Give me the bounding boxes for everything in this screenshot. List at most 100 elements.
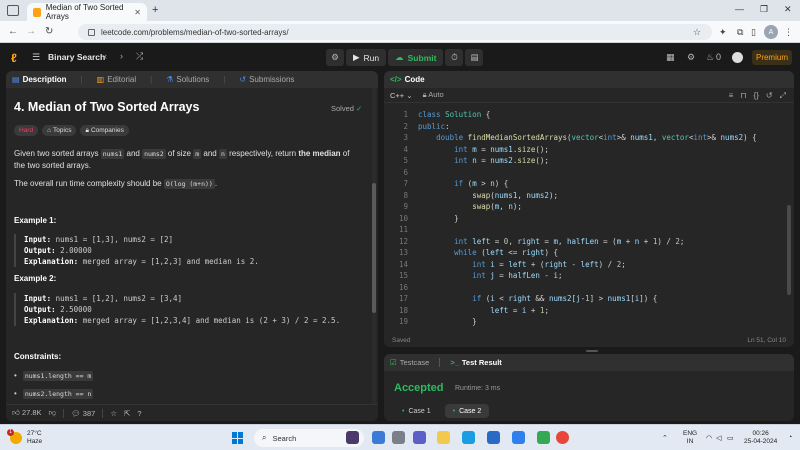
code-line[interactable]: 10 }	[384, 213, 794, 225]
companies-tag[interactable]: 🔒︎ Companies	[80, 125, 129, 136]
run-button[interactable]: ▶ Run	[346, 49, 387, 66]
tab-solutions[interactable]: ⚗ Solutions	[166, 75, 209, 84]
fullscreen-icon[interactable]: ⤢	[780, 91, 786, 101]
leetcode-logo-icon[interactable]: ℓ	[11, 51, 23, 65]
minimize-icon[interactable]: —	[735, 4, 744, 14]
code-line[interactable]: 2 public:	[384, 121, 794, 133]
extensions-puzzle-icon[interactable]: ⧉	[737, 27, 743, 38]
tab-test-result[interactable]: >_ Test Result	[450, 358, 501, 367]
timer-icon[interactable]: ⏱	[445, 49, 464, 66]
code-line[interactable]: 8 swap(nums1, nums2);	[384, 190, 794, 202]
favorite-star-icon[interactable]: ☆	[110, 409, 117, 418]
next-problem-icon[interactable]: ›	[120, 51, 123, 61]
taskbar-clock[interactable]: 00:26 25-04-2024	[744, 430, 777, 446]
code-line[interactable]: 11	[384, 224, 794, 236]
store-icon[interactable]	[487, 431, 500, 444]
code-line[interactable]: 13 while (left <= right) {	[384, 247, 794, 259]
code-line[interactable]: 4 int m = nums1.size();	[384, 144, 794, 156]
volume-icon[interactable]: ◁	[716, 434, 721, 442]
comments-button[interactable]: 💬︎ 387	[71, 409, 95, 418]
topics-tag[interactable]: ⌂ Topics	[42, 125, 77, 136]
bookmark-star-icon[interactable]: ☆	[693, 27, 701, 38]
panel-resize-handle[interactable]	[586, 350, 598, 352]
code-editor[interactable]: 1 class Solution {2 public: 3 double findMe…	[384, 105, 794, 333]
url-field[interactable]: leetcode.com/problems/median-of-two-sort…	[78, 24, 712, 40]
auto-mode[interactable]: 🔒︎ Auto	[423, 90, 444, 100]
like-button[interactable]: 👍︎ 27.8K	[12, 408, 42, 418]
close-tab-icon[interactable]: ✕	[134, 8, 141, 17]
code-line[interactable]: 9 swap(m, n);	[384, 201, 794, 213]
browser-tab-active[interactable]: Median of Two Sorted Arrays ✕	[27, 3, 147, 21]
scrollbar-thumb[interactable]	[372, 183, 376, 313]
tab-description[interactable]: ▤ Description	[12, 75, 67, 84]
forward-icon[interactable]: →	[26, 26, 36, 37]
braces-icon[interactable]: {}	[754, 91, 759, 101]
code-scrollbar[interactable]	[787, 105, 791, 333]
case-tab-2[interactable]: • Case 2	[444, 404, 490, 418]
tray-chevron-up-icon[interactable]: ⌃	[662, 434, 668, 442]
file-explorer-icon[interactable]	[437, 431, 450, 444]
layout-grid-icon[interactable]: ▦	[666, 52, 675, 63]
help-icon[interactable]: ?	[137, 409, 141, 418]
code-line[interactable]: 14 int i = left + (right - left) / 2;	[384, 259, 794, 271]
user-avatar[interactable]	[732, 52, 743, 63]
new-tab-icon[interactable]: +	[152, 4, 158, 16]
windows-start-icon[interactable]	[232, 432, 244, 444]
code-line[interactable]: 3 double findMedianSortedArrays(vector<i…	[384, 132, 794, 144]
close-window-icon[interactable]: ✕	[784, 4, 792, 15]
problem-list-icon[interactable]: ☰	[32, 52, 40, 63]
tab-editorial[interactable]: ▥ Editorial	[97, 75, 136, 84]
chrome-icon[interactable]	[556, 431, 569, 444]
submit-button[interactable]: ☁ Submit	[388, 49, 444, 66]
share-icon[interactable]: ⇱	[124, 409, 130, 418]
language-indicator[interactable]: ENG IN	[683, 430, 697, 446]
format-icon[interactable]: ≡	[729, 91, 734, 101]
back-icon[interactable]: ←	[8, 26, 18, 37]
prev-problem-icon[interactable]: ‹	[104, 51, 107, 61]
debug-icon[interactable]: ⚙	[326, 49, 344, 66]
code-line[interactable]: 19 }	[384, 316, 794, 328]
tab-testcase[interactable]: ☑ Testcase	[390, 358, 429, 367]
reset-icon[interactable]: ↺	[766, 91, 773, 101]
maximize-icon[interactable]: ❐	[760, 4, 768, 15]
profile-avatar[interactable]: A	[764, 25, 778, 39]
tab-actions-icon[interactable]	[7, 5, 19, 16]
code-line[interactable]: 17 if (i < right && nums2[j-1] > nums1[i…	[384, 293, 794, 305]
notification-bell-icon[interactable]: ◔	[788, 434, 792, 441]
problem-list-title[interactable]: Binary Search	[48, 52, 105, 62]
reload-icon[interactable]: ↻	[45, 26, 53, 37]
browser-menu-icon[interactable]: ⋮	[784, 27, 793, 38]
weather-widget[interactable]: 1 27°C Haze	[7, 429, 42, 446]
sidebar-icon[interactable]: ▯	[751, 27, 756, 38]
copilot-icon[interactable]	[372, 431, 385, 444]
difficulty-badge[interactable]: Hard	[14, 125, 39, 136]
code-line[interactable]: 16	[384, 282, 794, 294]
code-line[interactable]: 12 int left = 0, right = m, halfLen = (m…	[384, 236, 794, 248]
notes-icon[interactable]: ▤	[465, 49, 484, 66]
battery-icon[interactable]: ▭	[727, 434, 734, 442]
premium-button[interactable]: Premium	[752, 50, 792, 65]
code-line[interactable]: 6	[384, 167, 794, 179]
code-line[interactable]: 18 left = i + 1;	[384, 305, 794, 317]
edge-icon[interactable]	[462, 431, 475, 444]
teams-icon[interactable]	[413, 431, 426, 444]
shuffle-icon[interactable]: ⤮	[136, 51, 143, 62]
code-line[interactable]: 5 int n = nums2.size();	[384, 155, 794, 167]
task-view-icon[interactable]	[392, 431, 405, 444]
scrollbar-thumb[interactable]	[787, 205, 791, 295]
code-line[interactable]: 15 int j = halfLen - i;	[384, 270, 794, 282]
app-icon[interactable]	[537, 431, 550, 444]
code-line[interactable]: 7 if (m > n) {	[384, 178, 794, 190]
site-info-icon[interactable]	[88, 28, 95, 36]
wifi-icon[interactable]: ◠	[706, 434, 712, 442]
problem-title[interactable]: 4. Median of Two Sorted Arrays	[14, 100, 199, 114]
extension-icon[interactable]: ✦	[719, 27, 727, 38]
description-scrollbar[interactable]	[372, 88, 376, 406]
case-tab-1[interactable]: • Case 1	[394, 404, 439, 418]
dislike-icon[interactable]: 👎︎	[49, 408, 57, 418]
search-highlight-icon[interactable]	[346, 431, 359, 444]
tab-submissions[interactable]: ↺ Submissions	[239, 75, 294, 84]
word-icon[interactable]	[512, 431, 525, 444]
streak-fire-icon[interactable]: ♨	[706, 52, 714, 63]
bookmark-icon[interactable]: ⊓	[740, 91, 746, 101]
